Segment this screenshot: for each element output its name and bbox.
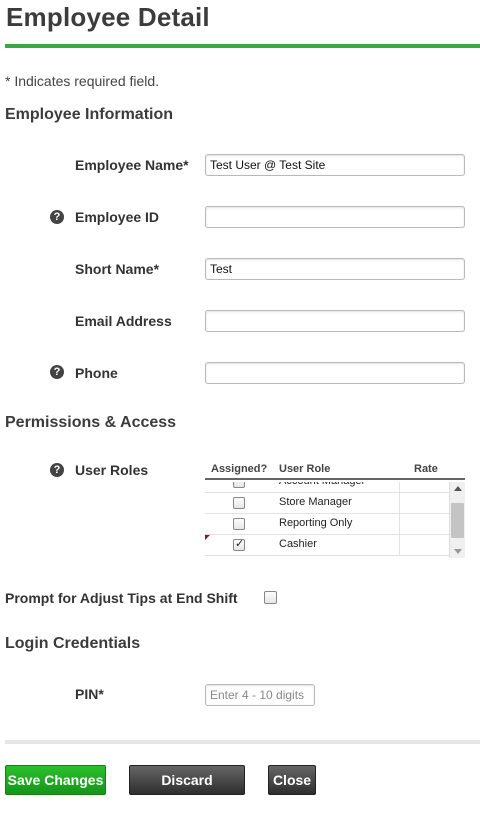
role-name: Cashier: [279, 538, 317, 550]
role-name: Account Manager: [279, 482, 365, 487]
close-button[interactable]: Close: [268, 765, 316, 795]
discard-changes-button[interactable]: Discard Changes: [129, 765, 245, 813]
role-rate-cell[interactable]: [399, 482, 449, 492]
table-row[interactable]: Cashier: [205, 535, 449, 556]
section-heading-permissions-access: Permissions & Access: [5, 414, 177, 431]
role-name: Store Manager: [279, 496, 352, 508]
section-heading-employee-information: Employee Information: [5, 106, 174, 123]
column-header-assigned: Assigned?: [211, 463, 268, 475]
role-name: Reporting Only: [279, 517, 353, 529]
phone-label: Phone: [75, 365, 118, 381]
role-rate-cell[interactable]: [399, 493, 449, 513]
role-assigned-checkbox[interactable]: [233, 482, 245, 488]
user-roles-list: Account Manager Store Manager Reporting …: [205, 482, 449, 558]
column-header-user-role: User Role: [279, 463, 331, 475]
footer-divider: [5, 740, 480, 744]
phone-help-icon[interactable]: ?: [50, 365, 64, 379]
user-roles-label: User Roles: [75, 462, 149, 478]
table-row[interactable]: Account Manager: [205, 482, 449, 493]
user-roles-table: Assigned? User Role Rate Account Manager…: [205, 458, 465, 558]
user-roles-table-header: Assigned? User Role Rate: [205, 458, 465, 480]
phone-input[interactable]: [205, 362, 465, 384]
page-title: Employee Detail: [6, 2, 210, 32]
user-roles-scrollbar[interactable]: [449, 482, 465, 558]
required-field-note: * Indicates required field.: [5, 73, 160, 89]
scrollbar-thumb[interactable]: [451, 503, 464, 538]
section-heading-login-credentials: Login Credentials: [5, 635, 141, 652]
adjust-tips-label: Prompt for Adjust Tips at End Shift: [5, 590, 238, 606]
short-name-input[interactable]: [205, 258, 465, 280]
role-assigned-checkbox[interactable]: [233, 518, 245, 530]
user-roles-help-icon[interactable]: ?: [50, 463, 64, 477]
scroll-down-arrow-icon[interactable]: [454, 549, 462, 554]
employee-id-help-icon[interactable]: ?: [50, 210, 64, 224]
employee-id-label: Employee ID: [75, 209, 160, 225]
role-rate-cell[interactable]: [399, 535, 449, 555]
column-header-rate: Rate: [414, 463, 438, 475]
role-rate-cell[interactable]: [399, 514, 449, 534]
modified-flag-icon: [205, 535, 210, 541]
employee-name-input[interactable]: [205, 154, 465, 176]
table-row[interactable]: Store Manager: [205, 493, 449, 514]
email-address-input[interactable]: [205, 310, 465, 332]
employee-id-input[interactable]: [205, 206, 465, 228]
table-row[interactable]: Reporting Only: [205, 514, 449, 535]
employee-name-label: Employee Name*: [75, 157, 189, 173]
email-address-label: Email Address: [75, 313, 172, 329]
role-assigned-checkbox[interactable]: [233, 537, 245, 551]
title-divider: [5, 44, 480, 48]
role-assigned-checkbox[interactable]: [233, 497, 245, 509]
adjust-tips-checkbox[interactable]: [264, 591, 277, 604]
save-changes-button[interactable]: Save Changes: [5, 765, 106, 795]
pin-label: PIN*: [75, 686, 104, 702]
scroll-up-arrow-icon[interactable]: [454, 486, 462, 491]
short-name-label: Short Name*: [75, 261, 160, 277]
pin-input[interactable]: [205, 684, 315, 706]
